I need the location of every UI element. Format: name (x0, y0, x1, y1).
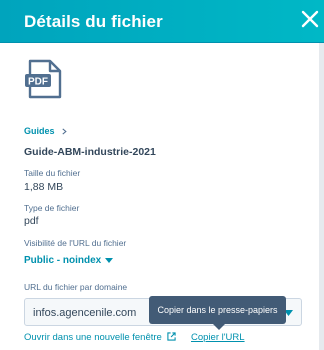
breadcrumb-label: Guides (24, 126, 55, 136)
domain-select-value: infos.agencenile.com (33, 307, 137, 319)
visibility-label: Visibilité de l'URL du fichier (24, 238, 127, 248)
visibility-value: Public - noindex (24, 255, 102, 266)
tooltip-arrow (213, 324, 225, 330)
file-type-label: Type de fichier (24, 203, 80, 213)
open-new-window-label: Ouvrir dans une nouvelle fenêtre (24, 332, 162, 343)
file-name: Guide-ABM-industrie-2021 (24, 146, 156, 158)
panel-header: Détails du fichier (0, 0, 324, 43)
file-type-value: pdf (24, 215, 39, 227)
close-icon[interactable] (300, 9, 320, 29)
caret-down-icon (105, 257, 114, 263)
visibility-dropdown[interactable]: Public - noindex (24, 255, 114, 266)
copy-url-link[interactable]: Copier l'URL (191, 332, 245, 343)
file-size-label: Taille du fichier (24, 168, 81, 178)
external-link-icon (167, 332, 177, 341)
open-new-window-link[interactable]: Ouvrir dans une nouvelle fenêtre (24, 332, 177, 343)
scroll-edge (319, 43, 324, 350)
tooltip-text: Copier dans le presse-papiers (157, 305, 278, 315)
domain-label: URL du fichier par domaine (24, 282, 128, 292)
chevron-right-icon (61, 127, 67, 135)
panel-title: Détails du fichier (24, 12, 163, 31)
breadcrumb[interactable]: Guides (24, 126, 68, 136)
pdf-file-icon: PDF (25, 59, 62, 99)
file-size-value: 1,88 MB (24, 181, 64, 193)
copy-tooltip: Copier dans le presse-papiers (149, 296, 286, 330)
pdf-icon-text: PDF (28, 77, 48, 88)
